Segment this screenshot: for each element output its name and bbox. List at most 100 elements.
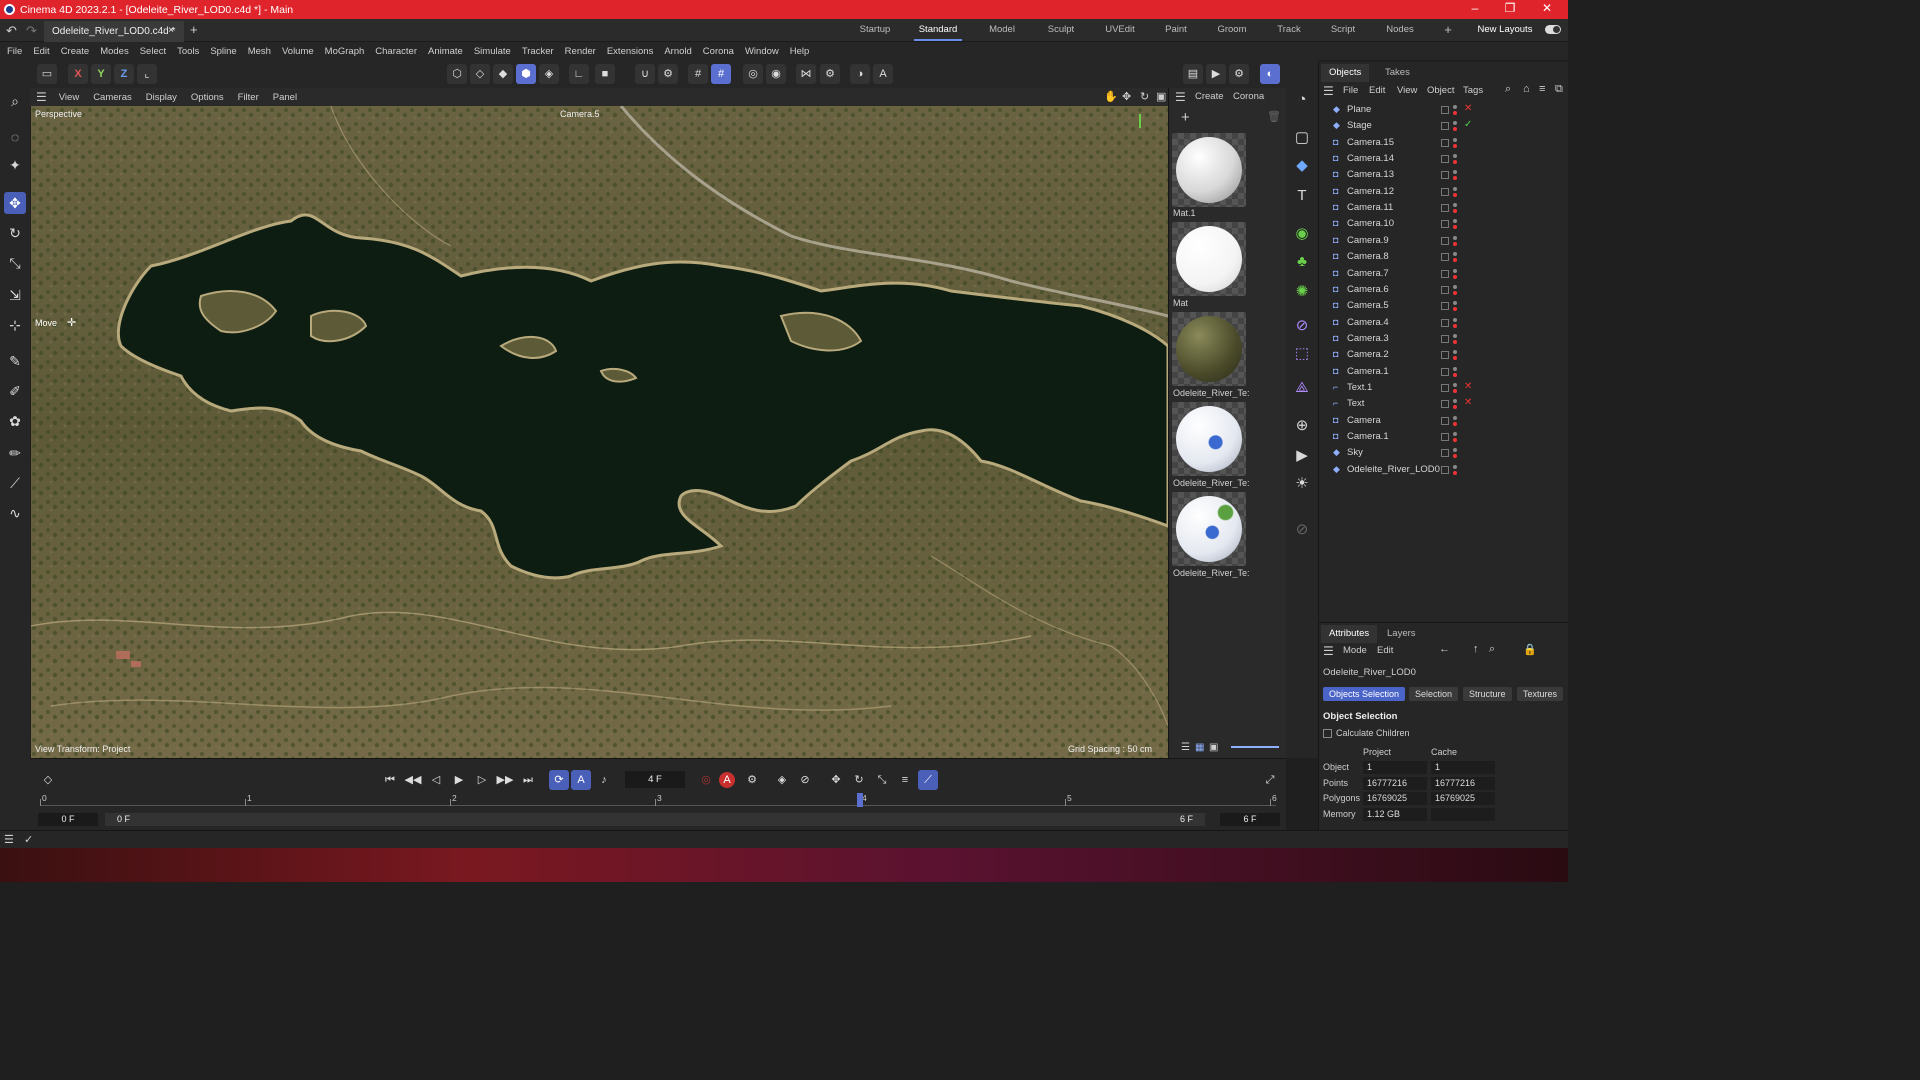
menu-modes[interactable]: Modes [100, 46, 129, 57]
render-visibility-dot[interactable] [1453, 356, 1457, 361]
object-name[interactable]: Text [1347, 398, 1364, 409]
object-name[interactable]: Sky [1347, 447, 1363, 458]
menu-file[interactable]: File [7, 46, 22, 57]
editor-visibility-dot[interactable] [1453, 121, 1457, 126]
editor-visibility-dot[interactable] [1453, 399, 1457, 404]
status-hamburger-icon[interactable]: ☰ [4, 833, 14, 846]
layer-checkbox[interactable] [1441, 334, 1449, 343]
scale-tool-icon[interactable]: ⤡ [4, 252, 26, 274]
render-visibility-dot[interactable] [1453, 258, 1457, 263]
layer-checkbox[interactable] [1441, 302, 1449, 311]
layer-checkbox[interactable] [1441, 367, 1449, 376]
move-tool-icon[interactable]: ✥ [4, 192, 26, 214]
menu-character[interactable]: Character [375, 46, 417, 57]
hair-tool-icon[interactable]: ∿ [4, 502, 26, 524]
position-key-icon[interactable]: ◈ [772, 770, 792, 790]
object-row[interactable]: ◘ Camera.7 [1319, 266, 1569, 282]
layer-checkbox[interactable] [1441, 204, 1449, 213]
field-icon[interactable]: ⬚ [1290, 342, 1314, 366]
keyframe-icon[interactable]: ◇ [38, 770, 58, 790]
layout-toggle[interactable] [1545, 25, 1561, 34]
menu-volume[interactable]: Volume [282, 46, 314, 57]
layer-checkbox[interactable] [1441, 383, 1449, 392]
menu-animate[interactable]: Animate [428, 46, 463, 57]
rotate-key-icon[interactable]: ↻ [849, 770, 869, 790]
object-name[interactable]: Camera.5 [1347, 300, 1389, 311]
next-key-icon[interactable]: ▶▶ [495, 770, 515, 790]
layer-checkbox[interactable] [1441, 138, 1449, 147]
close-button[interactable]: ✕ [1532, 0, 1562, 19]
render-visibility-dot[interactable] [1453, 438, 1457, 442]
cloner-icon[interactable]: ♣ [1290, 250, 1314, 274]
layout-startup[interactable]: Startup [852, 19, 898, 41]
z-axis-lock[interactable]: Z [114, 64, 134, 84]
maximize-view-icon[interactable]: ▣ [1156, 90, 1166, 103]
render-visibility-dot[interactable] [1453, 143, 1457, 148]
autokey-icon[interactable]: A [719, 772, 735, 788]
camera-object-icon[interactable]: ◔ [1290, 88, 1314, 112]
layer-checkbox[interactable] [1441, 187, 1449, 196]
menu-corona[interactable]: Corona [703, 46, 734, 57]
material-swatch[interactable] [1172, 402, 1246, 476]
search-icon[interactable]: ⌕ [4, 90, 26, 112]
dolly-view-icon[interactable]: ✥ [1122, 90, 1131, 103]
editor-visibility-dot[interactable] [1453, 186, 1457, 191]
object-name[interactable]: Camera [1347, 415, 1381, 426]
layer-checkbox[interactable] [1441, 155, 1449, 164]
sketch-tool-icon[interactable]: ✐ [4, 380, 26, 402]
material-hamburger-icon[interactable]: ☰ [1175, 90, 1186, 104]
object-row[interactable]: ◘ Camera.8 [1319, 249, 1569, 265]
coordinate-system-icon[interactable]: ⌞ [137, 64, 157, 84]
layer-checkbox[interactable] [1441, 236, 1449, 245]
render-visibility-dot[interactable] [1453, 454, 1457, 459]
menu-tracker[interactable]: Tracker [522, 46, 554, 57]
objects-menu-tags[interactable]: Tags [1463, 85, 1483, 96]
render-visibility-dot[interactable] [1453, 111, 1457, 115]
render-visibility-dot[interactable] [1453, 127, 1457, 132]
layout-model[interactable]: Model [982, 19, 1022, 41]
layout-paint[interactable]: Paint [1158, 19, 1194, 41]
object-status-icon[interactable]: ✕ [1464, 103, 1472, 114]
object-row[interactable]: ◘ Camera.15 [1319, 135, 1569, 151]
undo-icon[interactable]: ↶ [6, 23, 17, 39]
render-visibility-dot[interactable] [1453, 225, 1457, 230]
polygons-mode-icon[interactable]: ◆ [493, 64, 513, 84]
tab-takes[interactable]: Takes [1377, 64, 1418, 82]
calculate-children-checkbox[interactable] [1323, 729, 1332, 738]
layer-checkbox[interactable] [1441, 220, 1449, 229]
volume-icon[interactable]: ⟁ [1290, 376, 1314, 400]
home-icon[interactable]: ⌂ [1523, 83, 1530, 95]
timeline-window-icon[interactable]: ⤢ [1260, 770, 1280, 790]
render-visibility-dot[interactable] [1453, 470, 1457, 475]
material-menu-create[interactable]: Create [1195, 91, 1224, 102]
axis-mode-icon[interactable]: ∟ [569, 64, 589, 84]
render-visibility-dot[interactable] [1453, 421, 1457, 426]
grid-view-icon[interactable]: ▦ [1195, 742, 1204, 753]
redo-icon[interactable]: ↷ [26, 23, 37, 39]
tab-layers[interactable]: Layers [1379, 625, 1424, 643]
auto-keying-mode-icon[interactable]: A [571, 770, 591, 790]
render-visibility-dot[interactable] [1453, 388, 1457, 393]
selection-button[interactable]: Selection [1409, 687, 1459, 701]
keyframe-selection-icon[interactable]: ⚙ [742, 770, 762, 790]
object-row[interactable]: ◘ Camera.2 [1319, 347, 1569, 363]
render-active-view-icon[interactable]: ◉ [766, 64, 786, 84]
point-level-animation-icon[interactable]: ⟋ [918, 770, 938, 790]
previous-frame-icon[interactable]: ◁ [426, 770, 446, 790]
live-selection-icon[interactable]: ◌ [4, 126, 26, 148]
editor-visibility-dot[interactable] [1453, 415, 1457, 420]
layer-checkbox[interactable] [1441, 416, 1449, 425]
grid-snap-icon[interactable]: # [711, 64, 731, 84]
symmetry-settings-icon[interactable]: ⚙ [820, 64, 840, 84]
spline-object-icon[interactable]: ▢ [1290, 126, 1314, 150]
sculpt-tool-icon[interactable]: ✿ [4, 410, 26, 432]
editor-visibility-dot[interactable] [1453, 350, 1457, 355]
editor-visibility-dot[interactable] [1453, 268, 1457, 273]
editor-visibility-dot[interactable] [1453, 235, 1457, 240]
camera-icon[interactable]: ▶ [1290, 444, 1314, 468]
material-swatch[interactable] [1172, 492, 1246, 566]
document-tab[interactable]: Odeleite_River_LOD0.c4d * × [44, 21, 184, 42]
object-name[interactable]: Camera.15 [1347, 137, 1394, 148]
go-to-end-icon[interactable]: ⏭ [518, 770, 538, 790]
new-window-icon[interactable]: ⧉ [1555, 83, 1563, 96]
